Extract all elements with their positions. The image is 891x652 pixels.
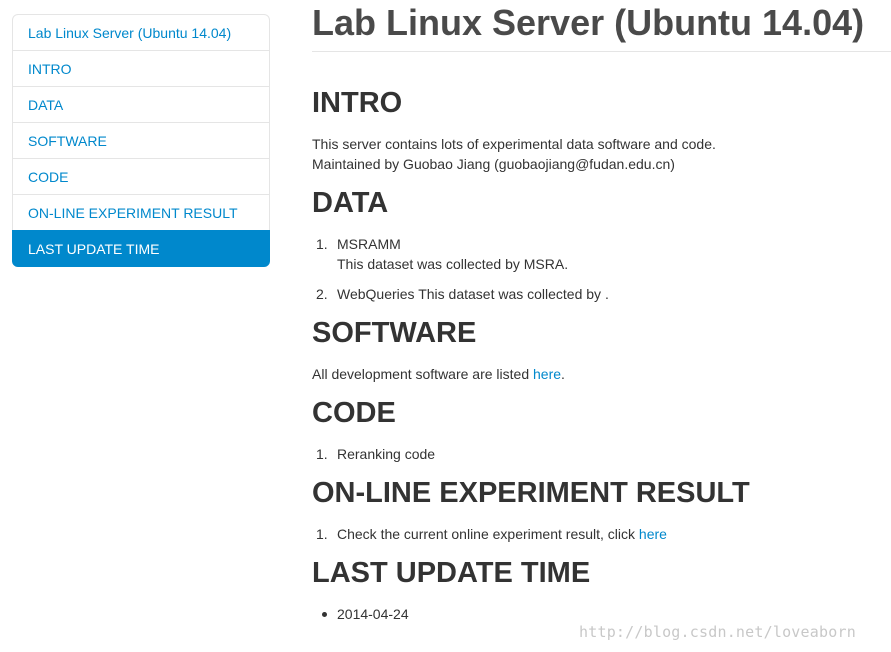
intro-heading: INTRO	[312, 87, 403, 119]
last-update-heading: LAST UPDATE TIME	[312, 557, 591, 589]
last-update-date: 2014-04-24	[337, 606, 409, 622]
data-heading: DATA	[312, 187, 389, 219]
intro-maintainer: Maintained by Guobao Jiang (guobaojiang@…	[312, 156, 675, 172]
online-result-heading: ON-LINE EXPERIMENT RESULT	[312, 477, 750, 509]
sidebar-nav: Lab Linux Server (Ubuntu 14.04) INTRO DA…	[12, 14, 270, 267]
dataset-description: This dataset was collected by MSRA.	[337, 256, 569, 272]
code-entry: Reranking code	[337, 446, 436, 462]
sidebar-item-software[interactable]: SOFTWARE	[12, 122, 270, 159]
sidebar-item-data[interactable]: DATA	[12, 86, 270, 123]
software-heading: SOFTWARE	[312, 317, 477, 349]
page-title: Lab Linux Server (Ubuntu 14.04)	[312, 0, 891, 52]
software-here-link[interactable]: here	[533, 366, 561, 382]
software-text-after: .	[561, 366, 565, 382]
bullet-icon	[322, 612, 327, 617]
online-result-here-link[interactable]: here	[639, 526, 667, 542]
software-text: All development software are listed here…	[312, 364, 565, 384]
online-result-entry: Check the current online experiment resu…	[337, 524, 667, 544]
software-text-before: All development software are listed	[312, 366, 533, 382]
dataset-name: MSRAMM	[337, 236, 401, 252]
intro-description: This server contains lots of experimenta…	[312, 136, 716, 152]
code-heading: CODE	[312, 397, 396, 429]
page: Lab Linux Server (Ubuntu 14.04) INTRO DA…	[0, 0, 891, 652]
list-number: 2.	[316, 286, 328, 302]
list-number: 1.	[316, 446, 328, 462]
sidebar-item-last-update[interactable]: LAST UPDATE TIME	[12, 230, 270, 267]
sidebar-item-online-result[interactable]: ON-LINE EXPERIMENT RESULT	[12, 194, 270, 231]
sidebar-item-intro[interactable]: INTRO	[12, 50, 270, 87]
list-number: 1.	[316, 236, 328, 252]
watermark: http://blog.csdn.net/loveaborn	[579, 623, 856, 641]
online-result-text: Check the current online experiment resu…	[337, 526, 639, 542]
list-number: 1.	[316, 526, 328, 542]
dataset-entry: WebQueries This dataset was collected by…	[337, 286, 609, 302]
sidebar-item-code[interactable]: CODE	[12, 158, 270, 195]
main-content: Lab Linux Server (Ubuntu 14.04) INTRO Th…	[312, 0, 891, 622]
sidebar-item-home[interactable]: Lab Linux Server (Ubuntu 14.04)	[12, 14, 270, 51]
